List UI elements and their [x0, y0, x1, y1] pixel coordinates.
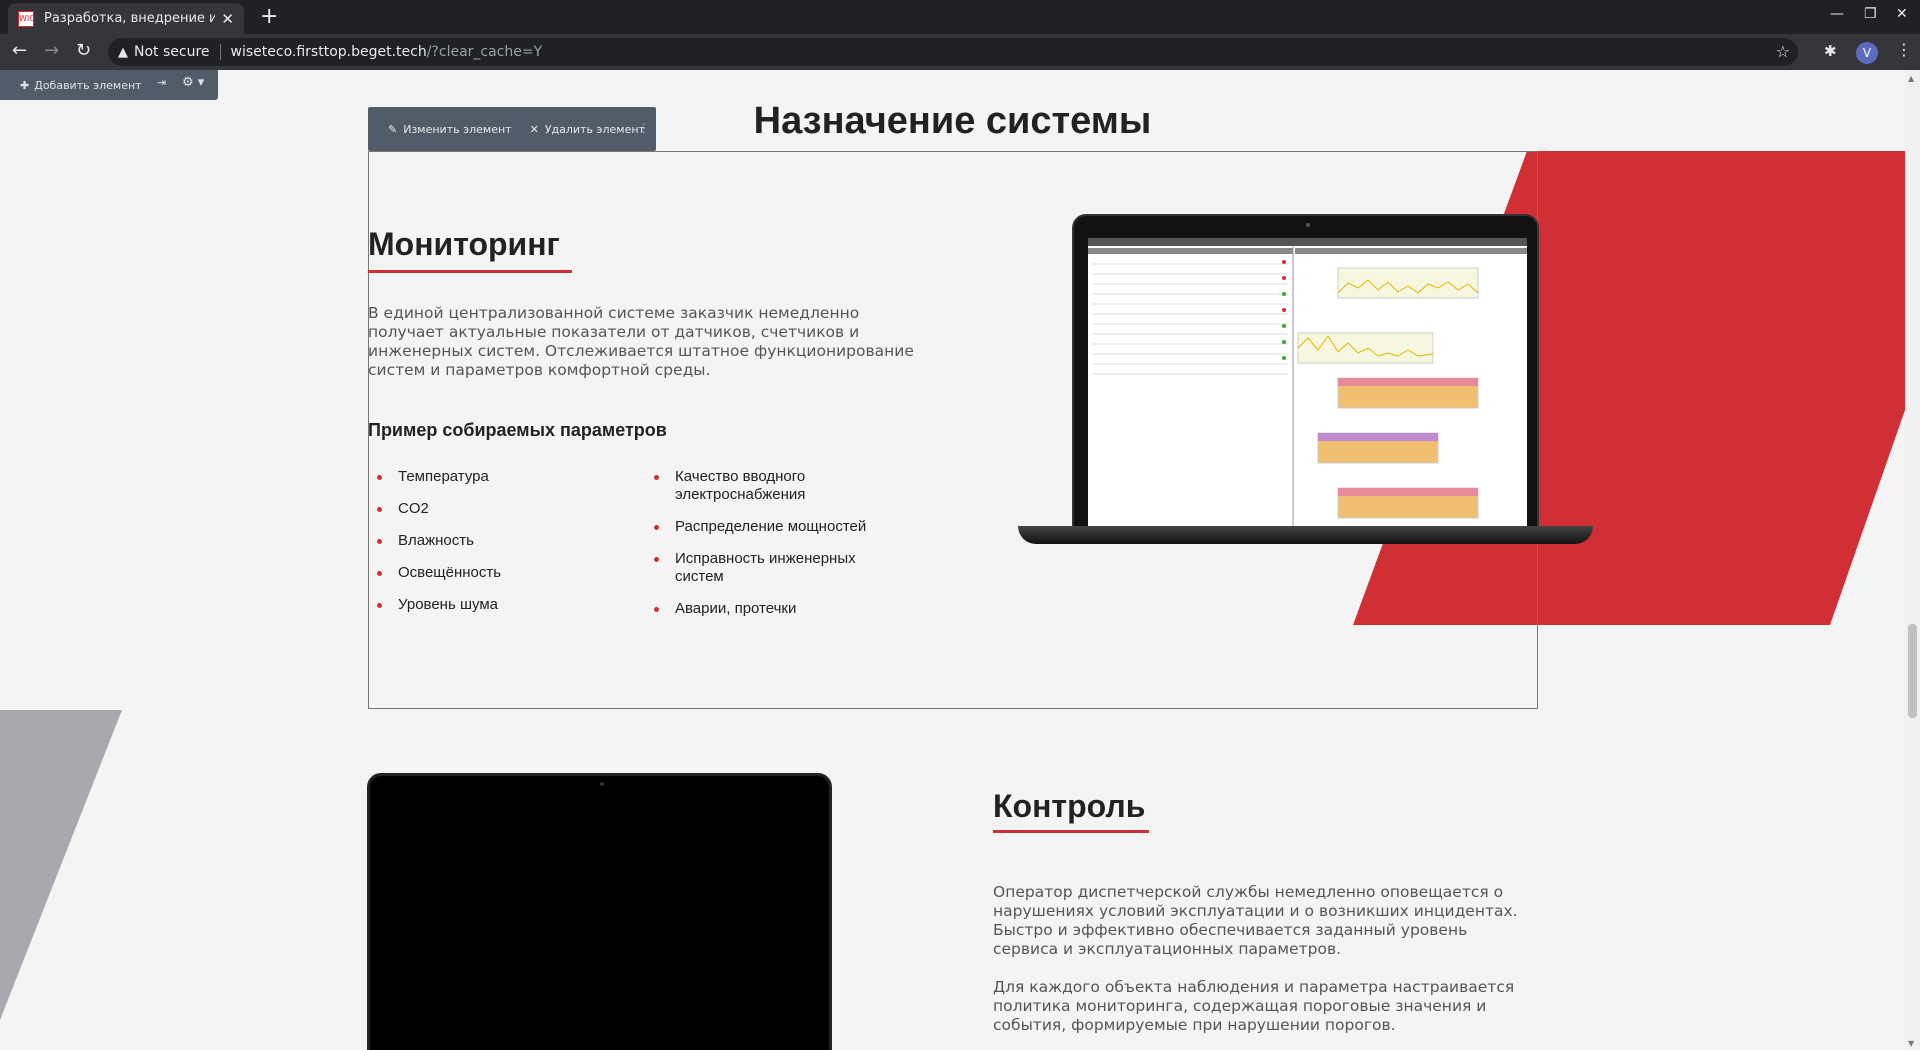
- add-element-button[interactable]: ✚ Добавить элемент: [20, 79, 142, 92]
- forward-arrow-icon[interactable]: →: [44, 40, 59, 61]
- browser-toolbar: ← → ↻ ▲ Not secure wiseteco.firsttop.beg…: [0, 34, 1920, 70]
- section-title: Назначение системы: [753, 100, 1152, 142]
- browser-tab[interactable]: WIC Разработка, внедрение и пос ✕: [8, 3, 244, 34]
- delete-element-label: Удалить элемент: [544, 122, 645, 136]
- security-status[interactable]: Not secure: [134, 44, 210, 60]
- edit-element-label: Изменить элемент: [403, 122, 512, 136]
- page-viewport: ✚ Добавить элемент ⇥ ⚙ ▾ Назначение сист…: [0, 70, 1920, 1050]
- plus-icon: ✚: [20, 78, 30, 92]
- tablet-camera: [600, 782, 604, 786]
- element-edit-panel: ✎ Изменить элемент ✕ Удалить элемент ⋮: [368, 107, 656, 151]
- tablet-illustration: [367, 773, 832, 1050]
- minimize-icon[interactable]: —: [1830, 6, 1844, 22]
- params-heading: Пример собираемых параметров: [368, 420, 667, 440]
- url-host: wiseteco.firsttop.beget.tech: [230, 44, 427, 60]
- omnibox-divider: [219, 44, 221, 60]
- dashboard-screenshot: [1088, 238, 1527, 528]
- close-tab-icon[interactable]: ✕: [221, 10, 234, 28]
- laptop-lid: [1072, 214, 1539, 534]
- monitoring-heading: Мониторинг: [368, 226, 560, 262]
- list-item: Уровень шума: [368, 596, 618, 614]
- drag-handle-icon[interactable]: ⋮: [638, 121, 650, 135]
- scrollbar-thumb[interactable]: [1908, 624, 1917, 718]
- browser-tabbar: WIC Разработка, внедрение и пос ✕ + — ❐ …: [0, 0, 1920, 34]
- add-element-label: Добавить элемент: [34, 78, 142, 92]
- new-tab-plus-icon[interactable]: +: [260, 4, 278, 29]
- profile-avatar[interactable]: V: [1856, 42, 1878, 64]
- monitoring-heading-underline: [368, 270, 572, 273]
- grey-decor-shape: [0, 710, 122, 1020]
- control-heading-underline: [993, 830, 1149, 833]
- admin-toolbar: ✚ Добавить элемент ⇥ ⚙ ▾: [0, 70, 218, 100]
- list-item: Освещённость: [368, 564, 618, 582]
- site-favicon-icon: WIC: [18, 10, 35, 27]
- list-item: Исправность инженерных систем: [645, 550, 905, 586]
- pencil-icon: ✎: [388, 122, 398, 136]
- maximize-icon[interactable]: ❐: [1864, 6, 1877, 22]
- laptop-camera: [1306, 223, 1310, 227]
- list-item: Качество вводного электроснабжения: [645, 468, 905, 504]
- list-item: Распределение мощностей: [645, 518, 905, 536]
- monitoring-text: В единой централизованной системе заказч…: [368, 304, 914, 379]
- params-list-right: Качество вводного электроснабжения Распр…: [645, 468, 905, 618]
- edit-element-button[interactable]: ✎ Изменить элемент: [388, 123, 512, 136]
- laptop-base: [1018, 526, 1593, 544]
- list-item: Температура: [368, 468, 618, 486]
- delete-element-button[interactable]: ✕ Удалить элемент: [530, 123, 645, 136]
- control-text-2: Для каждого объекта наблюдения и парамет…: [993, 978, 1515, 1034]
- address-bar[interactable]: ▲ Not secure wiseteco.firsttop.beget.tec…: [108, 38, 1798, 66]
- bookmark-star-icon[interactable]: ☆: [1776, 42, 1790, 61]
- control-text-1: Оператор диспетчерской службы немедленно…: [993, 883, 1518, 958]
- back-arrow-icon[interactable]: ←: [12, 40, 27, 61]
- list-item: Аварии, протечки: [645, 600, 905, 618]
- control-heading: Контроль: [993, 788, 1146, 824]
- close-icon: ✕: [529, 122, 539, 136]
- gear-icon[interactable]: ⚙ ▾: [182, 75, 204, 90]
- list-item: Влажность: [368, 532, 618, 550]
- scroll-up-arrow-icon[interactable]: ▲: [1908, 74, 1914, 83]
- kebab-menu-icon[interactable]: ⋮: [1896, 40, 1912, 59]
- close-window-icon[interactable]: ✕: [1896, 6, 1908, 22]
- reload-icon[interactable]: ↻: [76, 40, 91, 61]
- warning-triangle-icon: ▲: [118, 44, 128, 60]
- page-scrollbar[interactable]: ▲ ▼: [1905, 70, 1920, 1050]
- params-list-left: Температура CO2 Влажность Освещённость У…: [368, 468, 618, 614]
- dashboard-image: [1088, 238, 1527, 528]
- pin-icon[interactable]: ⇥: [157, 76, 166, 89]
- list-item: CO2: [368, 500, 618, 518]
- url-path: /?clear_cache=Y: [426, 44, 543, 60]
- scroll-down-arrow-icon[interactable]: ▼: [1908, 1039, 1914, 1048]
- tab-title: Разработка, внедрение и пос: [44, 11, 216, 26]
- laptop-illustration: [1018, 214, 1593, 554]
- extensions-puzzle-icon[interactable]: ✱: [1824, 42, 1837, 60]
